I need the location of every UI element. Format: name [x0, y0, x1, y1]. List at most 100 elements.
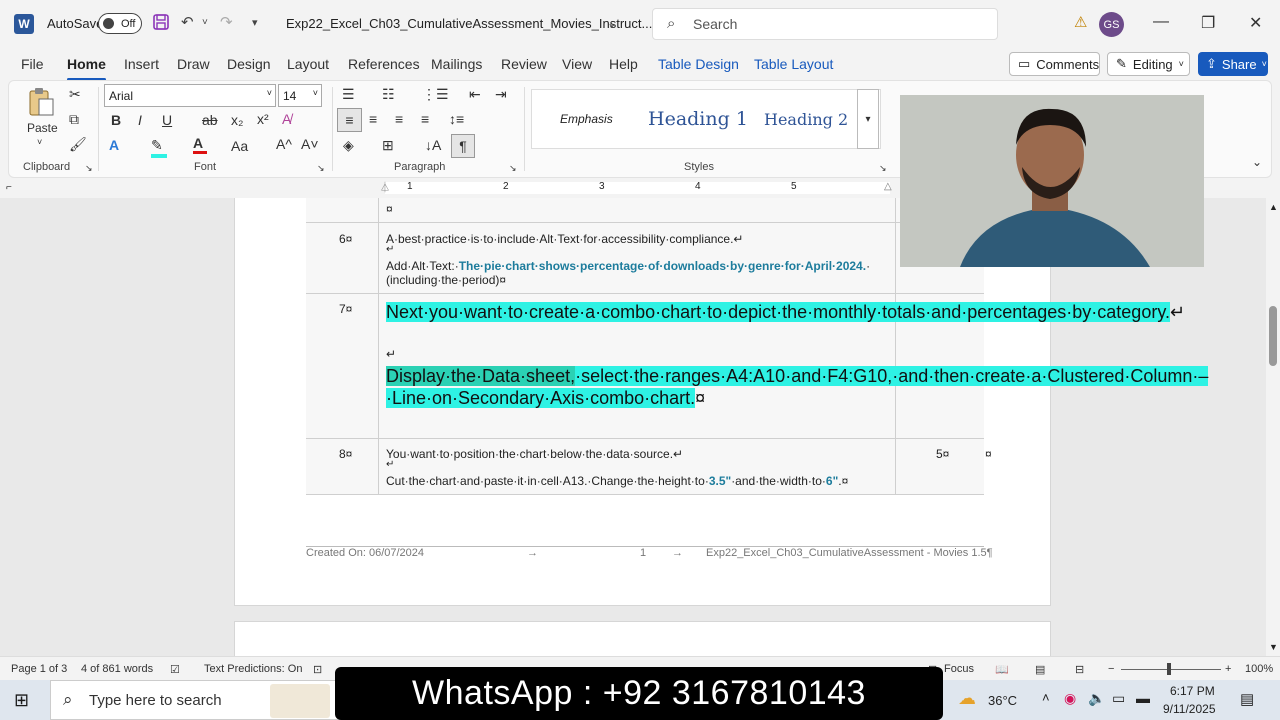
- document-title[interactable]: Exp22_Excel_Ch03_CumulativeAssessment_Mo…: [286, 16, 652, 31]
- editing-button[interactable]: ✎ Editing ˅: [1107, 52, 1190, 76]
- search-box[interactable]: ⌕ Search: [652, 8, 998, 40]
- temperature[interactable]: 36°C: [988, 693, 1017, 708]
- text-effects-icon[interactable]: A: [109, 137, 119, 153]
- style-emphasis[interactable]: Emphasis: [560, 112, 613, 126]
- title-chevron-down-icon[interactable]: ⌄: [607, 16, 617, 30]
- zoom-slider[interactable]: [1121, 669, 1221, 670]
- word-count[interactable]: 4 of 861 words: [81, 663, 153, 675]
- tab-home[interactable]: Home: [67, 56, 106, 81]
- zoom-in-icon[interactable]: +: [1225, 663, 1231, 675]
- windows-start-icon[interactable]: ⊞: [14, 690, 29, 711]
- justify-icon[interactable]: ≡: [421, 111, 429, 127]
- styles-launcher-icon[interactable]: ↘: [879, 163, 887, 174]
- record-icon[interactable]: ◉: [1064, 690, 1076, 707]
- tab-view[interactable]: View: [562, 56, 592, 72]
- row6-line3[interactable]: Add·Alt·Text:·The·pie·chart·shows·percen…: [386, 259, 870, 273]
- row8-line3[interactable]: Cut·the·chart·and·paste·it·in·cell·A13.·…: [386, 474, 848, 488]
- show-formatting-button[interactable]: ¶: [451, 134, 475, 158]
- change-case-button[interactable]: Aa: [231, 138, 248, 154]
- align-center-icon[interactable]: ≡: [369, 111, 377, 127]
- tab-insert[interactable]: Insert: [124, 56, 159, 72]
- zoom-slider-thumb[interactable]: [1167, 663, 1171, 675]
- clipboard-launcher-icon[interactable]: ↘: [85, 163, 93, 174]
- right-indent-marker-icon[interactable]: △: [884, 181, 892, 192]
- tab-help[interactable]: Help: [609, 56, 638, 72]
- restore-icon[interactable]: ❐: [1201, 13, 1215, 33]
- copy-icon[interactable]: ⧉: [69, 111, 79, 128]
- style-heading-2[interactable]: Heading 2: [764, 110, 848, 129]
- clock-date[interactable]: 9/11/2025: [1163, 702, 1216, 716]
- scroll-up-icon[interactable]: ▲: [1269, 202, 1278, 212]
- battery-icon[interactable]: ▬: [1136, 690, 1150, 706]
- row8-line1[interactable]: You·want·to·position·the·chart·below·the…: [386, 447, 683, 461]
- collapse-ribbon-icon[interactable]: ⌄: [1252, 155, 1262, 169]
- shading-icon[interactable]: ◈: [343, 137, 354, 154]
- bullets-icon[interactable]: ☰: [342, 86, 355, 103]
- tab-selector-icon[interactable]: ⌐: [6, 182, 12, 193]
- zoom-out-icon[interactable]: −: [1108, 663, 1114, 675]
- comments-button[interactable]: ▭ Comments: [1009, 52, 1100, 76]
- focus-label[interactable]: Focus: [944, 663, 974, 675]
- line-spacing-icon[interactable]: ↕≡: [449, 111, 464, 127]
- web-layout-icon[interactable]: ⊟: [1075, 663, 1084, 676]
- strikethrough-button[interactable]: ab: [202, 112, 218, 128]
- print-layout-icon[interactable]: ▤: [1035, 663, 1045, 676]
- weather-icon[interactable]: ☁: [958, 688, 976, 709]
- customize-qat-icon[interactable]: ▾: [252, 16, 258, 29]
- italic-button[interactable]: I: [138, 112, 142, 128]
- read-mode-icon[interactable]: 📖: [995, 663, 1009, 676]
- tab-review[interactable]: Review: [501, 56, 547, 72]
- vertical-scrollbar[interactable]: ▲ ▼: [1266, 198, 1280, 656]
- cut-icon[interactable]: ✂: [69, 86, 81, 103]
- undo-dropdown-icon[interactable]: ˅: [202, 17, 208, 28]
- multilevel-list-icon[interactable]: ⋮☰: [422, 86, 449, 103]
- align-right-icon[interactable]: ≡: [395, 111, 403, 127]
- row7-paragraph2[interactable]: Display·the·Data·sheet,·select·the·range…: [386, 366, 1209, 409]
- align-left-button[interactable]: ≡: [337, 108, 362, 132]
- zoom-level[interactable]: 100%: [1245, 663, 1273, 675]
- clock-time[interactable]: 6:17 PM: [1170, 684, 1215, 698]
- indent-marker-icon[interactable]: ⏃: [380, 179, 390, 194]
- decrease-indent-icon[interactable]: ⇤: [469, 86, 481, 103]
- underline-button[interactable]: U: [162, 112, 172, 128]
- tab-table-layout[interactable]: Table Layout: [754, 56, 833, 72]
- borders-icon[interactable]: ⊞: [382, 137, 394, 154]
- network-icon[interactable]: ▭: [1112, 690, 1125, 707]
- clear-formatting-icon[interactable]: A̸: [282, 111, 291, 127]
- subscript-button[interactable]: x₂: [231, 112, 243, 128]
- scroll-thumb[interactable]: [1269, 306, 1277, 366]
- paste-dropdown-icon[interactable]: ˅: [37, 137, 42, 147]
- bold-button[interactable]: B: [111, 112, 121, 128]
- avatar[interactable]: GS: [1099, 12, 1124, 37]
- close-icon[interactable]: ✕: [1249, 13, 1262, 33]
- proofing-icon[interactable]: ☑: [170, 663, 180, 676]
- paragraph-launcher-icon[interactable]: ↘: [509, 163, 517, 174]
- tray-chevron-icon[interactable]: ˄: [1042, 690, 1050, 705]
- paste-button[interactable]: [27, 87, 55, 117]
- highlight-color-button[interactable]: ✎: [151, 137, 167, 158]
- font-name-select[interactable]: Arial ˅: [104, 84, 276, 107]
- minimize-icon[interactable]: —: [1153, 13, 1169, 31]
- tab-table-design[interactable]: Table Design: [658, 56, 739, 72]
- taskbar-pinned-app-icon[interactable]: [270, 684, 330, 718]
- font-color-button[interactable]: A: [193, 135, 207, 154]
- row7-paragraph1[interactable]: Next·you·want·to·create·a·combo·chart·to…: [386, 302, 1185, 324]
- text-predictions[interactable]: Text Predictions: On: [204, 663, 302, 675]
- styles-more-button[interactable]: ▾: [857, 89, 879, 149]
- redo-icon[interactable]: ↷: [220, 13, 233, 31]
- numbering-icon[interactable]: ☷: [382, 86, 395, 103]
- tab-mailings[interactable]: Mailings: [431, 56, 482, 72]
- style-heading-1[interactable]: Heading 1: [648, 108, 748, 130]
- tab-design[interactable]: Design: [227, 56, 271, 72]
- share-button[interactable]: ⇪ Share ˅: [1198, 52, 1268, 76]
- tab-draw[interactable]: Draw: [177, 56, 210, 72]
- font-size-select[interactable]: 14 ˅: [278, 84, 322, 107]
- warning-icon[interactable]: ⚠: [1074, 13, 1087, 31]
- grow-font-button[interactable]: A^: [276, 136, 292, 152]
- autosave-toggle[interactable]: Off: [98, 13, 142, 34]
- row6-line4[interactable]: (including·the·period)¤: [386, 273, 506, 287]
- format-painter-icon[interactable]: 🖌: [69, 136, 87, 153]
- undo-icon[interactable]: ↶: [181, 13, 194, 31]
- scroll-down-icon[interactable]: ▼: [1269, 642, 1278, 652]
- accessibility-icon[interactable]: ⊡: [313, 663, 322, 676]
